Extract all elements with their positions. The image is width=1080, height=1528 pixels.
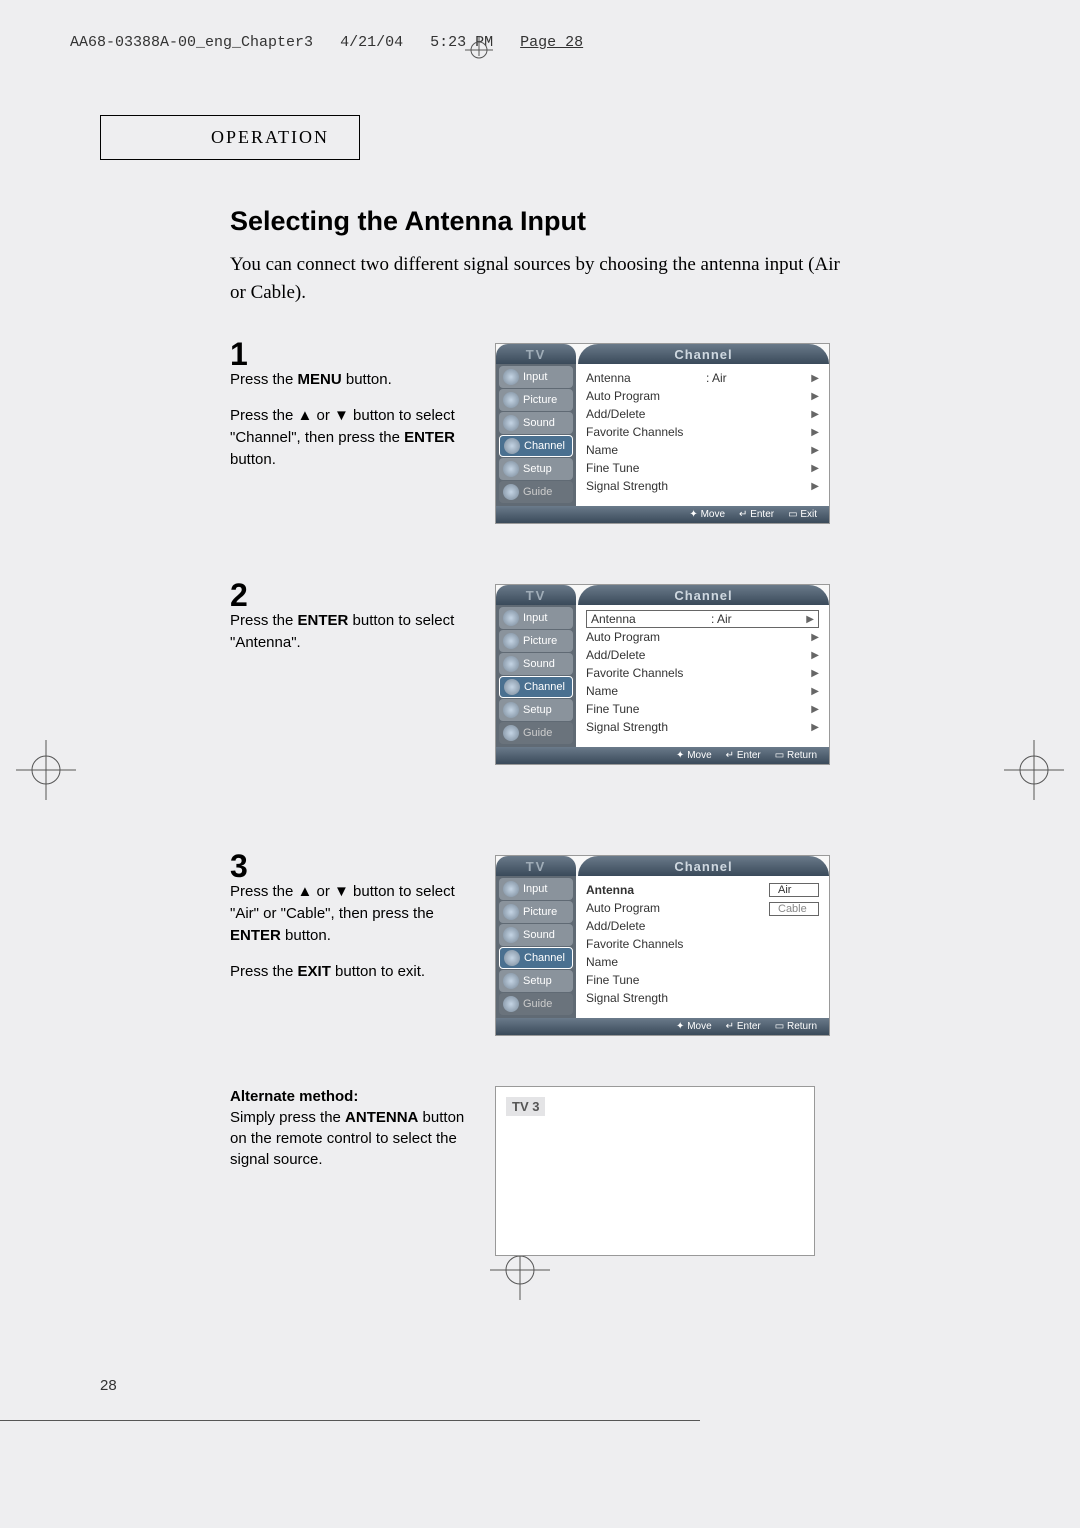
move-hint: ✦ Move	[689, 509, 725, 520]
chevron-right-icon: ▶	[811, 463, 819, 474]
step-3-text: 3 Press the ▲ or ▼ button to select "Air…	[230, 855, 485, 997]
crop-mark-icon	[465, 36, 493, 64]
channel-icon	[504, 438, 520, 454]
step-2: 2 Press the ENTER button to select "Ante…	[230, 584, 850, 765]
step-number: 1	[230, 343, 485, 365]
setup-icon	[503, 461, 519, 477]
input-icon	[503, 369, 519, 385]
sidebar-item-channel: Channel	[499, 676, 573, 698]
sidebar-item-sound: Sound	[499, 412, 573, 434]
tv-badge: TV 3	[506, 1097, 545, 1116]
sidebar-item-sound: Sound	[499, 924, 573, 946]
chevron-right-icon: ▶	[811, 391, 819, 402]
header-file: AA68-03388A-00_eng_Chapter3	[70, 34, 313, 51]
alternate-heading: Alternate method:	[230, 1088, 358, 1105]
picture-icon	[503, 904, 519, 920]
sidebar-item-setup: Setup	[499, 970, 573, 992]
osd-header-channel: Channel	[578, 344, 829, 364]
section-tab: OPERATION	[100, 115, 360, 160]
sound-icon	[503, 927, 519, 943]
channel-icon	[504, 679, 520, 695]
option-cable: Cable	[769, 902, 819, 916]
sidebar-item-picture: Picture	[499, 389, 573, 411]
osd-main: Antenna: Air▶ Auto Program▶ Add/Delete▶ …	[576, 364, 829, 506]
osd-screenshot-1: TV Channel Input Picture Sound Channel S…	[495, 343, 830, 524]
step-1: 1 Press the MENU button. Press the ▲ or …	[230, 343, 850, 524]
guide-icon	[503, 996, 519, 1012]
setup-icon	[503, 973, 519, 989]
osd-footer: ✦ Move ↵ Enter ▭ Exit	[496, 506, 829, 523]
sidebar-item-picture: Picture	[499, 901, 573, 923]
sidebar-item-setup: Setup	[499, 699, 573, 721]
step-3: 3 Press the ▲ or ▼ button to select "Air…	[230, 855, 850, 1036]
guide-icon	[503, 725, 519, 741]
header-page: Page 28	[520, 34, 583, 51]
print-header: AA68-03388A-00_eng_Chapter3 4/21/04 5:23…	[70, 34, 583, 51]
alternate-method: Alternate method: Simply press the ANTEN…	[230, 1086, 850, 1256]
sidebar-item-input: Input	[499, 607, 573, 629]
osd-header-tv: TV	[496, 344, 576, 364]
footer-line	[0, 1420, 700, 1421]
crop-mark-icon	[1004, 740, 1064, 800]
chevron-right-icon: ▶	[806, 614, 814, 625]
osd-screenshot-2: TV Channel Input Picture Sound Channel S…	[495, 584, 830, 765]
sidebar-item-picture: Picture	[499, 630, 573, 652]
chevron-right-icon: ▶	[811, 373, 819, 384]
sidebar-item-guide: Guide	[499, 481, 573, 503]
crop-mark-icon	[16, 740, 76, 800]
sidebar-item-sound: Sound	[499, 653, 573, 675]
picture-icon	[503, 392, 519, 408]
page-number: 28	[100, 1377, 117, 1394]
intro-text: You can connect two different signal sou…	[230, 251, 850, 307]
enter-hint: ↵ Enter	[739, 509, 774, 520]
chevron-right-icon: ▶	[811, 481, 819, 492]
header-date: 4/21/04	[340, 34, 403, 51]
sound-icon	[503, 656, 519, 672]
sound-icon	[503, 415, 519, 431]
sidebar-item-guide: Guide	[499, 993, 573, 1015]
page-title: Selecting the Antenna Input	[230, 206, 850, 237]
sidebar-item-input: Input	[499, 366, 573, 388]
sidebar-item-channel: Channel	[499, 947, 573, 969]
chevron-right-icon: ▶	[811, 427, 819, 438]
step-2-text: 2 Press the ENTER button to select "Ante…	[230, 584, 485, 668]
alternate-text: Alternate method: Simply press the ANTEN…	[230, 1086, 485, 1256]
step-number: 2	[230, 584, 485, 606]
sidebar-item-setup: Setup	[499, 458, 573, 480]
guide-icon	[503, 484, 519, 500]
sidebar-item-guide: Guide	[499, 722, 573, 744]
osd-sidebar: Input Picture Sound Channel Setup Guide	[496, 364, 576, 506]
step-number: 3	[230, 855, 485, 877]
section-tab-label: OPERATION	[211, 127, 329, 148]
tv-display-box: TV 3	[495, 1086, 815, 1256]
content-area: OPERATION Selecting the Antenna Input Yo…	[100, 115, 860, 1256]
exit-hint: ▭ Exit	[788, 509, 817, 520]
osd-screenshot-3: TV Channel Input Picture Sound Channel S…	[495, 855, 830, 1036]
sidebar-item-input: Input	[499, 878, 573, 900]
option-air: Air	[769, 883, 819, 897]
input-icon	[503, 881, 519, 897]
input-icon	[503, 610, 519, 626]
channel-icon	[504, 950, 520, 966]
chevron-right-icon: ▶	[811, 445, 819, 456]
step-1-text: 1 Press the MENU button. Press the ▲ or …	[230, 343, 485, 485]
sidebar-item-channel: Channel	[499, 435, 573, 457]
setup-icon	[503, 702, 519, 718]
picture-icon	[503, 633, 519, 649]
chevron-right-icon: ▶	[811, 409, 819, 420]
